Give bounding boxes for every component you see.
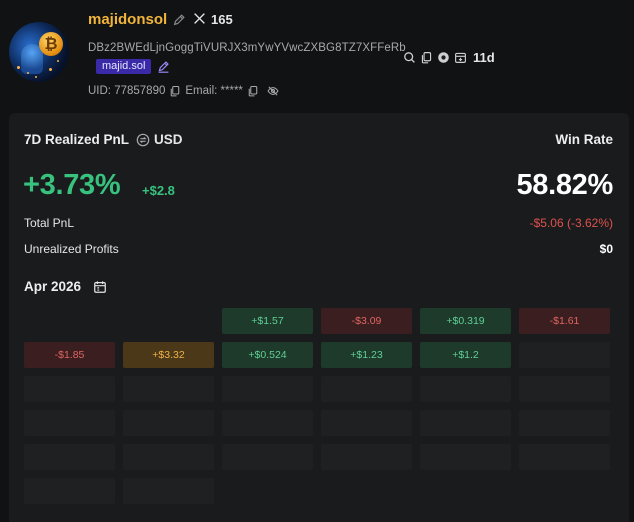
bitcoin-coin-icon: ₿ <box>39 32 63 56</box>
calendar-day-cell[interactable] <box>519 342 610 368</box>
calendar-day-cell[interactable] <box>519 376 610 402</box>
calendar-icon[interactable] <box>93 280 107 294</box>
currency-swap-icon[interactable] <box>136 133 150 147</box>
pnl-percent: +3.73% <box>23 169 121 201</box>
calendar-day-cell[interactable] <box>222 376 313 402</box>
calendar-day-cell[interactable]: +$1.57 <box>222 308 313 334</box>
pnl-period-title: 7D Realized PnL <box>24 132 130 147</box>
wallet-profile-header: ₿ majidonsol 165 DBz2BWEdLjnGoggTiVURJX3… <box>0 0 634 108</box>
total-pnl-label: Total PnL <box>24 216 75 230</box>
win-rate-title: Win Rate <box>555 132 613 147</box>
calendar-day-cell[interactable] <box>420 376 511 402</box>
profile-name: majidonsol <box>88 11 168 28</box>
calendar-day-cell[interactable] <box>24 444 115 470</box>
calendar-day-cell[interactable] <box>420 410 511 436</box>
edit-name-icon[interactable] <box>172 13 186 27</box>
copy-uid-icon[interactable] <box>169 85 181 97</box>
uid-text: UID: 77857890 <box>88 85 166 97</box>
wallet-address[interactable]: DBz2BWEdLjnGoggTiVURJX3mYwYVwcZXBG8TZ7XF… <box>88 42 406 54</box>
calendar-day-cell[interactable] <box>24 410 115 436</box>
unrealized-label: Unrealized Profits <box>24 242 119 256</box>
pnl-usd: +$2.8 <box>142 183 175 198</box>
calendar-day-cell[interactable]: +$0.319 <box>420 308 511 334</box>
eye-off-icon[interactable] <box>267 85 279 97</box>
calendar-day-cell[interactable] <box>321 376 412 402</box>
calendar-day-cell[interactable] <box>123 478 214 504</box>
calendar-day-cell[interactable] <box>519 444 610 470</box>
calendar-day-cell[interactable] <box>222 444 313 470</box>
calendar-day-cell[interactable] <box>123 376 214 402</box>
copy-email-icon[interactable] <box>247 85 259 97</box>
calendar-day-cell[interactable]: -$1.61 <box>519 308 610 334</box>
sol-domain-badge[interactable]: majid.sol <box>96 59 152 74</box>
calendar-month: Apr 2026 <box>24 279 82 294</box>
currency-toggle[interactable]: USD <box>154 132 183 147</box>
win-rate-value: 58.82% <box>516 169 613 201</box>
copy-icon[interactable] <box>420 51 433 64</box>
calendar-day-cell[interactable] <box>123 410 214 436</box>
wallet-age: 11d <box>473 49 495 65</box>
unrealized-value: $0 <box>599 242 613 256</box>
calendar-spacer <box>24 308 115 334</box>
calendar-day-cell[interactable] <box>222 410 313 436</box>
search-icon[interactable] <box>403 51 416 64</box>
calendar-day-cell[interactable] <box>321 410 412 436</box>
x-follower-count: 165 <box>211 12 233 27</box>
calendar-day-cell[interactable] <box>123 444 214 470</box>
email-text: Email: ***** <box>185 85 243 97</box>
account-info-row: UID: 77857890 Email: ***** <box>88 85 283 97</box>
calendar-day-cell[interactable] <box>24 376 115 402</box>
address-actions: 11d <box>403 49 495 65</box>
calendar-day-cell[interactable] <box>519 410 610 436</box>
calendar-day-cell[interactable]: +$1.23 <box>321 342 412 368</box>
calendar-day-cell[interactable] <box>24 478 115 504</box>
edit-domain-icon[interactable] <box>157 60 170 73</box>
calendar-spacer <box>123 308 214 334</box>
calendar-plus-icon[interactable] <box>454 51 467 64</box>
total-pnl-value: -$5.06 (-3.62%) <box>529 216 613 230</box>
x-twitter-icon[interactable] <box>193 12 206 25</box>
pnl-card: 7D Realized PnL USD Win Rate +3.73% +$2.… <box>9 113 629 522</box>
calendar-day-cell[interactable]: +$0.524 <box>222 342 313 368</box>
solscan-icon[interactable] <box>437 51 450 64</box>
daily-pnl-calendar: +$1.57 -$3.09 +$0.319 -$1.61 -$1.85 +$3.32 +$0… <box>24 308 610 504</box>
calendar-day-cell[interactable] <box>321 444 412 470</box>
calendar-day-cell[interactable]: +$1.2 <box>420 342 511 368</box>
avatar[interactable]: ₿ <box>9 22 69 82</box>
calendar-day-cell[interactable]: -$1.85 <box>24 342 115 368</box>
calendar-day-cell[interactable]: +$3.32 <box>123 342 214 368</box>
calendar-day-cell[interactable] <box>420 444 511 470</box>
calendar-day-cell[interactable]: -$3.09 <box>321 308 412 334</box>
